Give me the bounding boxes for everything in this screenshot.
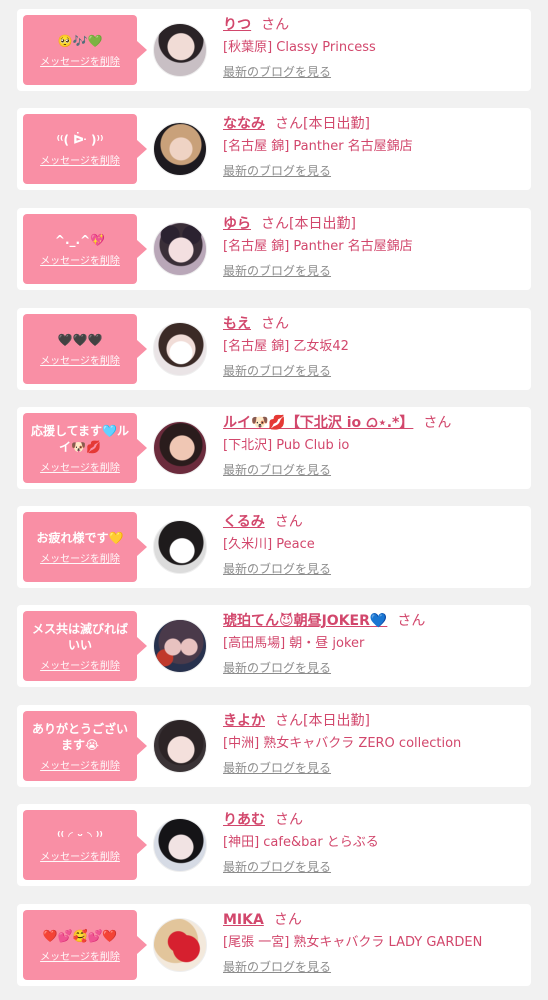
shop-name: [尾張 一宮] 熟女キャバクラ LADY GARDEN [223, 935, 483, 950]
message-text: 🖤🖤🖤 [57, 332, 103, 347]
message-card: 🖤🖤🖤 メッセージを削除 もえ さん [名古屋 錦] 乙女坂42 最新のブログを見… [17, 308, 531, 390]
latest-blog-link[interactable]: 最新のブログを見る [223, 362, 331, 380]
message-card: ありがとうございます😭 メッセージを削除 きよか さん[本日出勤] [中洲] 熟女… [17, 705, 531, 787]
message-text: お疲れ様です💛 [36, 530, 124, 545]
working-today-badge: [本日出勤] [303, 713, 370, 729]
latest-blog-link[interactable]: 最新のブログを見る [223, 63, 331, 81]
shop-name: [神田] cafe&bar とらぶる [223, 835, 379, 850]
honorific-label: さん [275, 812, 303, 828]
delete-message-link[interactable]: メッセージを削除 [40, 948, 120, 963]
honorific-label: さん [261, 216, 289, 232]
message-bubble: ありがとうございます😭 メッセージを削除 [23, 711, 147, 781]
delete-message-link[interactable]: メッセージを削除 [40, 459, 120, 474]
cast-name-link[interactable]: MIKA [223, 912, 264, 928]
cast-name-link[interactable]: ゆら [223, 216, 251, 232]
avatar[interactable] [153, 719, 207, 773]
delete-message-link[interactable]: メッセージを削除 [40, 53, 120, 68]
message-card: お疲れ様です💛 メッセージを削除 くるみ さん [久米川] Peace 最新のブロ… [17, 506, 531, 588]
message-text: 応援してます🩵ルイ🐶💋 [31, 423, 129, 454]
message-card: ^._.^💖 メッセージを削除 ゆら さん[本日出勤] [名古屋 錦] Panth… [17, 208, 531, 290]
latest-blog-link[interactable]: 最新のブログを見る [223, 858, 331, 876]
working-today-badge: [本日出勤] [289, 216, 356, 232]
avatar[interactable] [153, 421, 207, 475]
avatar[interactable] [153, 122, 207, 176]
latest-blog-link[interactable]: 最新のブログを見る [223, 759, 331, 777]
delete-message-link[interactable]: メッセージを削除 [40, 757, 120, 772]
message-card: 応援してます🩵ルイ🐶💋 メッセージを削除 ルイ🐶💋【下北沢 io ᜊ⋆.*】 さん… [17, 407, 531, 489]
message-bubble: お疲れ様です💛 メッセージを削除 [23, 512, 147, 582]
message-text: ⁽⁽ ◜ ᵕ ◝ ⁾⁾ [57, 828, 103, 843]
shop-name: [下北沢] Pub Club io [223, 438, 350, 453]
honorific-label: さん [423, 415, 452, 431]
cast-name-link[interactable]: りあむ [223, 812, 265, 828]
cast-name-link[interactable]: くるみ [223, 514, 265, 530]
avatar[interactable] [153, 918, 207, 972]
message-text: ❤️💕🥰💕❤️ [42, 928, 118, 943]
honorific-label: さん [397, 613, 426, 629]
message-bubble: ^._.^💖 メッセージを削除 [23, 214, 147, 284]
working-today-badge: [本日出勤] [303, 116, 370, 132]
delete-message-link[interactable]: メッセージを削除 [40, 252, 120, 267]
shop-name: [名古屋 錦] Panther 名古屋錦店 [223, 239, 413, 254]
latest-blog-link[interactable]: 最新のブログを見る [223, 659, 331, 677]
honorific-label: さん [275, 116, 303, 132]
shop-name: [秋葉原] Classy Princess [223, 40, 376, 55]
latest-blog-link[interactable]: 最新のブログを見る [223, 162, 331, 180]
cast-name-link[interactable]: ななみ [223, 116, 265, 132]
message-card: ⁽⁽( ᐕ )⁾⁾ メッセージを削除 ななみ さん[本日出勤] [名古屋 錦] P… [17, 108, 531, 190]
latest-blog-link[interactable]: 最新のブログを見る [223, 262, 331, 280]
message-text: メス共は滅びればいい [31, 621, 128, 652]
cast-name-link[interactable]: 琥珀てん😈朝昼JOKER💙 [223, 613, 387, 629]
latest-blog-link[interactable]: 最新のブログを見る [223, 958, 331, 976]
shop-name: [名古屋 錦] Panther 名古屋錦店 [223, 139, 413, 154]
latest-blog-link[interactable]: 最新のブログを見る [223, 560, 331, 578]
delete-message-link[interactable]: メッセージを削除 [40, 550, 120, 565]
message-card: 🥺🎶💚 メッセージを削除 りつ さん [秋葉原] Classy Princess … [17, 9, 531, 91]
message-text: ありがとうございます😭 [31, 721, 128, 752]
delete-message-link[interactable]: メッセージを削除 [40, 657, 120, 672]
message-text: 🥺🎶💚 [57, 33, 103, 48]
message-bubble: ❤️💕🥰💕❤️ メッセージを削除 [23, 910, 147, 980]
avatar[interactable] [153, 322, 207, 376]
honorific-label: さん [261, 17, 290, 33]
shop-name: [名古屋 錦] 乙女坂42 [223, 339, 349, 354]
delete-message-link[interactable]: メッセージを削除 [40, 352, 120, 367]
cast-name-link[interactable]: もえ [223, 316, 251, 332]
honorific-label: さん [273, 912, 302, 928]
avatar[interactable] [153, 818, 207, 872]
latest-blog-link[interactable]: 最新のブログを見る [223, 461, 331, 479]
message-list: 🥺🎶💚 メッセージを削除 りつ さん [秋葉原] Classy Princess … [0, 0, 548, 1000]
message-text: ⁽⁽( ᐕ )⁾⁾ [56, 132, 104, 147]
shop-name: [高田馬場] 朝・昼 joker [223, 636, 365, 651]
cast-name-link[interactable]: りつ [223, 17, 251, 33]
avatar[interactable] [153, 619, 207, 673]
honorific-label: さん [261, 316, 289, 332]
honorific-label: さん [275, 713, 303, 729]
message-bubble: ⁽⁽( ᐕ )⁾⁾ メッセージを削除 [23, 114, 147, 184]
message-bubble: 🥺🎶💚 メッセージを削除 [23, 15, 147, 85]
avatar[interactable] [153, 520, 207, 574]
shop-name: [久米川] Peace [223, 537, 315, 552]
shop-name: [中洲] 熟女キャバクラ ZERO collection [223, 736, 462, 751]
delete-message-link[interactable]: メッセージを削除 [40, 152, 120, 167]
cast-name-link[interactable]: きよか [223, 713, 265, 729]
message-card: メス共は滅びればいい メッセージを削除 琥珀てん😈朝昼JOKER💙 さん [高田馬… [17, 605, 531, 687]
avatar[interactable] [153, 23, 207, 77]
cast-name-link[interactable]: ルイ🐶💋【下北沢 io ᜊ⋆.*】 [223, 415, 413, 431]
message-text: ^._.^💖 [54, 232, 106, 247]
delete-message-link[interactable]: メッセージを削除 [40, 848, 120, 863]
honorific-label: さん [274, 514, 303, 530]
message-bubble: ⁽⁽ ◜ ᵕ ◝ ⁾⁾ メッセージを削除 [23, 810, 147, 880]
avatar[interactable] [153, 222, 207, 276]
message-bubble: 🖤🖤🖤 メッセージを削除 [23, 314, 147, 384]
message-bubble: 応援してます🩵ルイ🐶💋 メッセージを削除 [23, 413, 147, 483]
message-card: ❤️💕🥰💕❤️ メッセージを削除 MIKA さん [尾張 一宮] 熟女キャバクラ … [17, 904, 531, 986]
message-card: ⁽⁽ ◜ ᵕ ◝ ⁾⁾ メッセージを削除 りあむ さん [神田] cafe&bar… [17, 804, 531, 886]
message-bubble: メス共は滅びればいい メッセージを削除 [23, 611, 147, 681]
